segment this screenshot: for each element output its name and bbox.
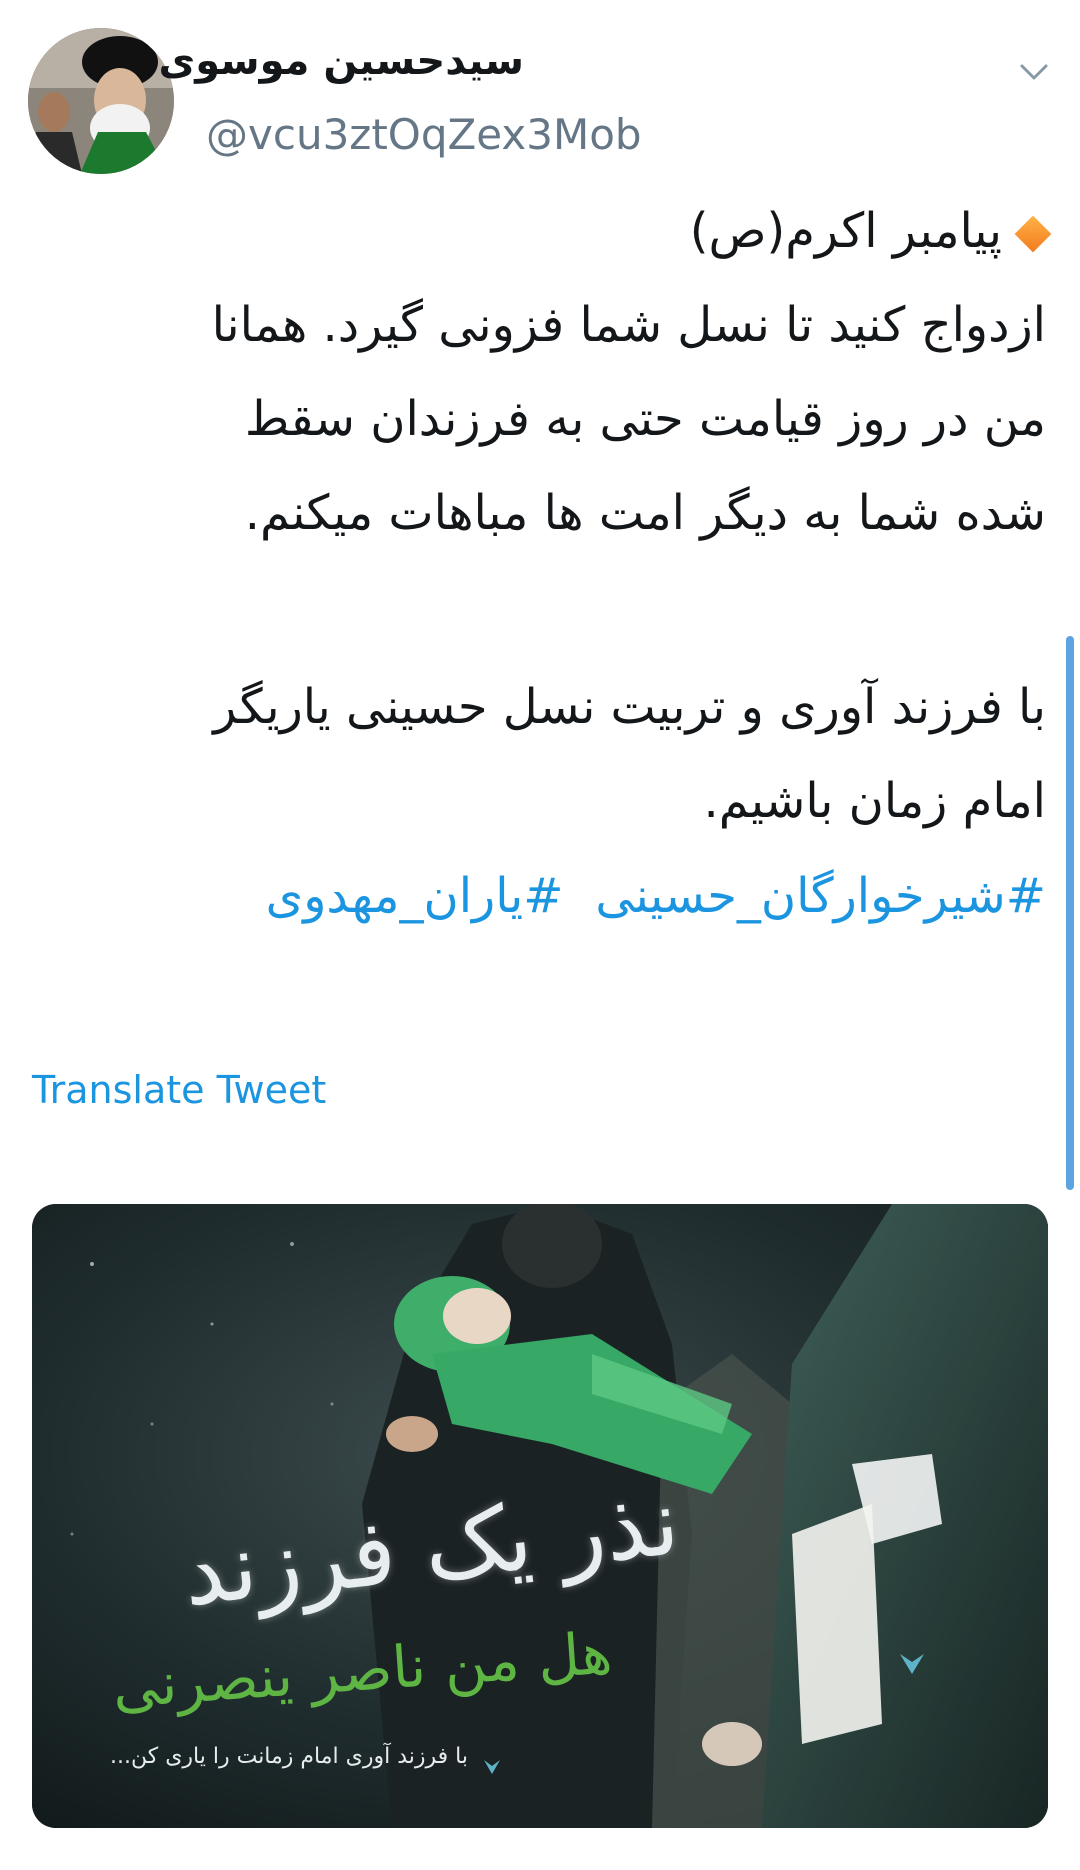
avatar[interactable]: [28, 28, 174, 174]
user-handle[interactable]: @vcu3ztOqZex3Mob: [206, 110, 642, 159]
profile-photo-icon: [28, 28, 174, 174]
tweet-line: من در روز قیامت حتی به فرزندان سقط: [244, 391, 1046, 447]
hashtag-link[interactable]: #شیرخوارگان_حسینی: [595, 868, 1046, 924]
tweet-text-second-paragraph: با فرزند آوری و تربیت نسل حسینی یاریگر ا…: [56, 660, 1046, 848]
chevron-down-icon[interactable]: [1014, 52, 1054, 92]
translate-tweet-link[interactable]: Translate Tweet: [32, 1068, 326, 1112]
display-name[interactable]: سیدحسین موسوی: [159, 38, 524, 84]
tweet-media-image[interactable]: نذر یک فرزند هل من ناصر ینصرنی با فرزند …: [32, 1204, 1048, 1828]
hashtag-link[interactable]: #یاران_مهدوی: [266, 868, 564, 924]
hashtag-row: #شیرخوارگان_حسینی #یاران_مهدوی: [234, 868, 1046, 924]
orange-diamond-icon: [1014, 215, 1052, 253]
tweet-text: پیامبر اکرم(ص) ازدواج کنید تا نسل شما فز…: [56, 184, 1052, 560]
tweet-intro-line: پیامبر اکرم(ص): [56, 184, 1052, 278]
tweet-line: امام زمان باشیم.: [703, 773, 1046, 829]
media-caption-text: با فرزند آوری امام زمانت را یاری کن...: [110, 1744, 468, 1769]
tweet-line: شده شما به دیگر امت ها مباهات میکنم.: [244, 485, 1046, 541]
tweet-line: ازدواج کنید تا نسل شما فزونی گیرد. همانا: [211, 297, 1046, 353]
scrollbar[interactable]: [1066, 636, 1074, 1190]
tweet-line: با فرزند آوری و تربیت نسل حسینی یاریگر: [213, 679, 1046, 735]
